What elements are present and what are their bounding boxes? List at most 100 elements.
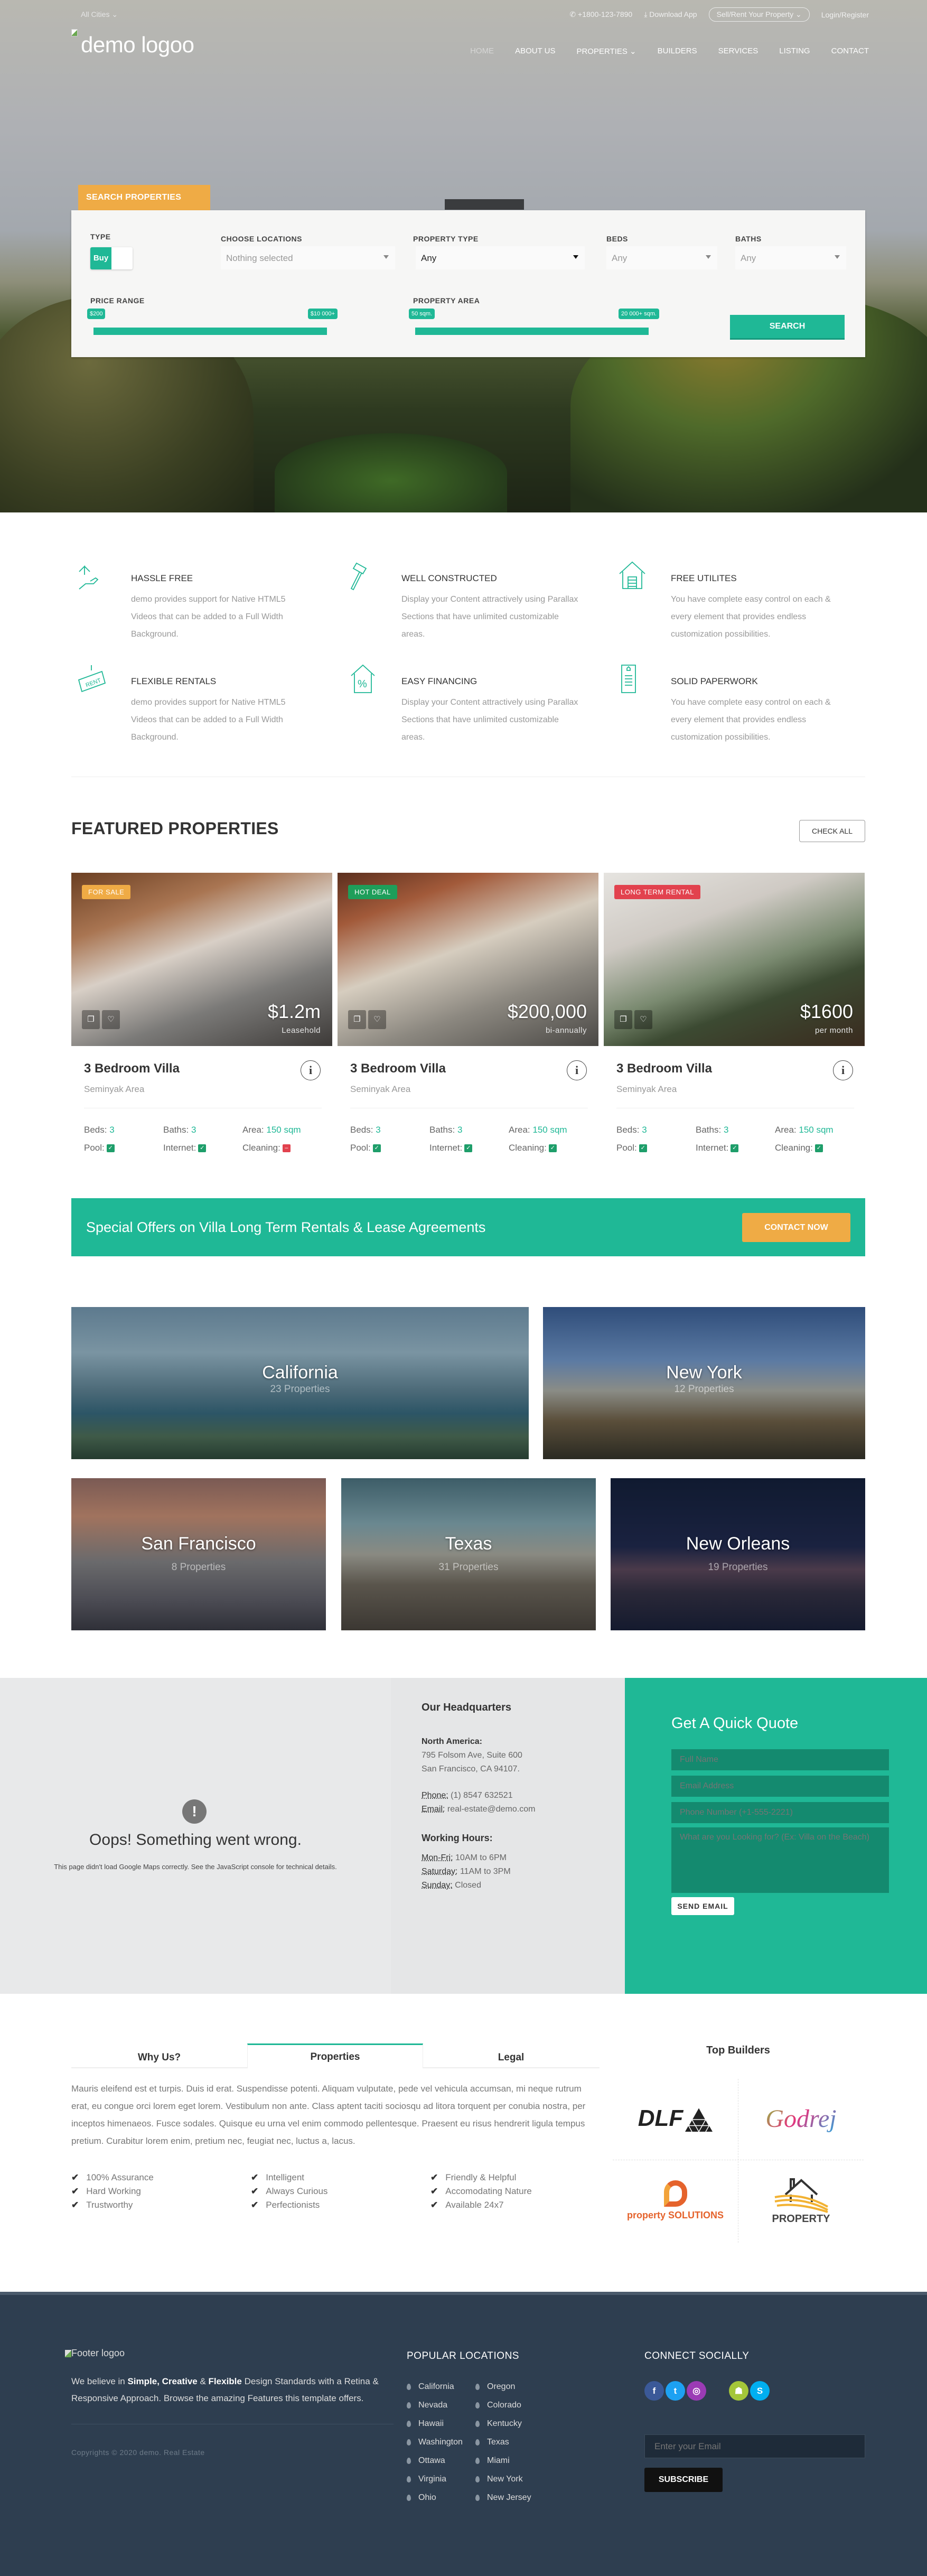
site-logo[interactable]: demo logoo — [71, 29, 194, 58]
locations-select[interactable]: Nothing selected — [221, 246, 395, 269]
spec-pool: Pool: ✓ — [84, 1143, 163, 1153]
area-range-slider[interactable]: 50 sqm. 20 000+ sqm. — [409, 309, 659, 335]
nav-listing[interactable]: LISTING — [779, 46, 810, 56]
facebook-icon[interactable]: f — [644, 2381, 664, 2401]
send-email-button[interactable]: SEND EMAIL — [671, 1897, 734, 1915]
map-embed[interactable]: ! Oops! Something went wrong. This page … — [0, 1678, 391, 1994]
property-card[interactable]: FOR SALE ❐ ♡ $1.2m Leasehold 3 Bedroom V… — [71, 873, 332, 1169]
builder-logo-property[interactable]: PROPERTY — [738, 2161, 864, 2240]
quote-title: Get A Quick Quote — [671, 1715, 799, 1732]
location-link[interactable]: California — [407, 2382, 475, 2401]
beds-select[interactable]: Any — [606, 246, 717, 269]
twitter-icon[interactable]: t — [666, 2381, 685, 2401]
location-link[interactable]: Miami — [475, 2456, 544, 2475]
city-tile-new-orleans[interactable]: New Orleans 19 Properties — [611, 1478, 865, 1630]
top-bar: All Cities ⌄ ✆ +1800-123-7890 ⤓ Download… — [0, 7, 927, 22]
nav-properties[interactable]: PROPERTIES ⌄ — [576, 46, 636, 56]
city-tile-texas[interactable]: Texas 31 Properties — [341, 1478, 596, 1630]
nav-about[interactable]: ABOUT US — [515, 46, 555, 56]
apple-icon[interactable] — [708, 2381, 727, 2401]
nav-services[interactable]: SERVICES — [718, 46, 759, 56]
property-card[interactable]: LONG TERM RENTAL ❐ ♡ $1600 per month 3 B… — [604, 873, 865, 1169]
city-tile-california[interactable]: California 23 Properties — [71, 1307, 529, 1459]
contact-now-button[interactable]: CONTACT NOW — [742, 1213, 850, 1242]
property-image[interactable]: HOT DEAL ❐ ♡ $200,000 bi-annually — [338, 873, 598, 1046]
location-link[interactable]: Virginia — [407, 2475, 475, 2493]
city-tile-new-york[interactable]: New York 12 Properties — [543, 1307, 865, 1459]
price-range-slider[interactable]: $200 $10 000+ — [87, 309, 338, 335]
search-button[interactable]: SEARCH — [730, 315, 845, 340]
location-link[interactable]: Nevada — [407, 2401, 475, 2419]
email-input[interactable] — [671, 1776, 889, 1797]
checklist-label: Hard Working — [86, 2186, 141, 2196]
checklist-item: ✔ Accomodating Nature — [430, 2186, 600, 2197]
heart-icon[interactable]: ♡ — [102, 1010, 120, 1029]
location-link[interactable]: New Jersey — [475, 2493, 544, 2512]
instagram-icon[interactable]: ◎ — [687, 2381, 706, 2401]
android-icon[interactable]: ☗ — [729, 2381, 748, 2401]
phone-number: +1800-123-7890 — [578, 10, 633, 18]
phone-input[interactable] — [671, 1802, 889, 1823]
heart-icon[interactable]: ♡ — [634, 1010, 652, 1029]
tab-legal[interactable]: Legal — [423, 2043, 599, 2067]
info-icon[interactable]: i — [833, 1060, 853, 1080]
footer-logo[interactable]: Footer logoo — [65, 2348, 125, 2359]
search-properties-tab[interactable]: SEARCH PROPERTIES — [78, 185, 210, 210]
house-garage-icon — [619, 561, 645, 589]
location-link[interactable]: New York — [475, 2475, 544, 2493]
type-toggle[interactable]: Buy — [90, 247, 133, 269]
location-link[interactable]: Ottawa — [407, 2456, 475, 2475]
phone-link[interactable]: ✆ +1800-123-7890 — [569, 10, 632, 19]
tab-why-us[interactable]: Why Us? — [71, 2043, 247, 2067]
property-name[interactable]: 3 Bedroom Villa — [616, 1061, 712, 1076]
info-icon[interactable]: i — [567, 1060, 587, 1080]
property-type-value: Any — [421, 253, 437, 263]
tab-properties[interactable]: Properties — [247, 2043, 423, 2068]
all-cities-dropdown[interactable]: All Cities ⌄ — [81, 10, 118, 19]
newsletter-email-input[interactable] — [644, 2434, 865, 2458]
location-link[interactable]: Hawaii — [407, 2419, 475, 2438]
nav-home[interactable]: HOME — [470, 46, 494, 56]
area-min-handle[interactable]: 50 sqm. — [409, 309, 435, 319]
property-image[interactable]: LONG TERM RENTAL ❐ ♡ $1600 per month — [604, 873, 865, 1046]
spec-cleaning: Cleaning: – — [242, 1143, 322, 1153]
area-max-handle[interactable]: 20 000+ sqm. — [619, 309, 659, 319]
heart-icon[interactable]: ♡ — [368, 1010, 386, 1029]
location-link[interactable]: Washington — [407, 2438, 475, 2456]
price-min-handle[interactable]: $200 — [87, 309, 106, 319]
location-link[interactable]: Colorado — [475, 2401, 544, 2419]
builder-logo-dlf[interactable]: DLF — [613, 2079, 738, 2158]
check-all-button[interactable]: CHECK ALL — [799, 820, 865, 842]
location-link[interactable]: Texas — [475, 2438, 544, 2456]
location-link[interactable]: Oregon — [475, 2382, 544, 2401]
message-textarea[interactable] — [671, 1827, 889, 1893]
property-image[interactable]: FOR SALE ❐ ♡ $1.2m Leasehold — [71, 873, 332, 1046]
skype-icon[interactable]: S — [750, 2381, 770, 2401]
sell-rent-button[interactable]: Sell/Rent Your Property ⌄ — [708, 7, 810, 22]
gallery-icon[interactable]: ❐ — [82, 1010, 100, 1029]
price-max-handle[interactable]: $10 000+ — [307, 309, 338, 319]
subscribe-button[interactable]: SUBSCRIBE — [644, 2468, 723, 2492]
tab-content-text: Mauris eleifend est et turpis. Duis id e… — [71, 2084, 586, 2146]
builder-logo-property-solutions[interactable]: property SOLUTIONS — [613, 2161, 738, 2240]
special-offer-banner: Special Offers on Villa Long Term Rental… — [71, 1198, 865, 1256]
full-name-input[interactable] — [671, 1749, 889, 1770]
gallery-icon[interactable]: ❐ — [348, 1010, 366, 1029]
property-card[interactable]: HOT DEAL ❐ ♡ $200,000 bi-annually 3 Bedr… — [338, 873, 598, 1169]
location-link[interactable]: Kentucky — [475, 2419, 544, 2438]
city-tile-san-francisco[interactable]: San Francisco 8 Properties — [71, 1478, 326, 1630]
login-register-link[interactable]: Login/Register — [821, 11, 869, 19]
hq-email-link[interactable]: real-estate@demo.com — [447, 1805, 536, 1814]
property-name[interactable]: 3 Bedroom Villa — [350, 1061, 446, 1076]
baths-select[interactable]: Any — [735, 246, 846, 269]
gallery-icon[interactable]: ❐ — [614, 1010, 632, 1029]
download-app-link[interactable]: ⤓ Download App — [644, 10, 697, 19]
nav-builders[interactable]: BUILDERS — [658, 46, 697, 56]
nav-contact[interactable]: CONTACT — [831, 46, 869, 56]
location-link[interactable]: Ohio — [407, 2493, 475, 2512]
info-icon[interactable]: i — [301, 1060, 321, 1080]
builder-logo-godrej[interactable]: Godrej — [738, 2079, 864, 2158]
property-name[interactable]: 3 Bedroom Villa — [84, 1061, 180, 1076]
property-type-select[interactable]: Any — [416, 246, 585, 269]
property-area: Seminyak Area — [616, 1084, 677, 1094]
